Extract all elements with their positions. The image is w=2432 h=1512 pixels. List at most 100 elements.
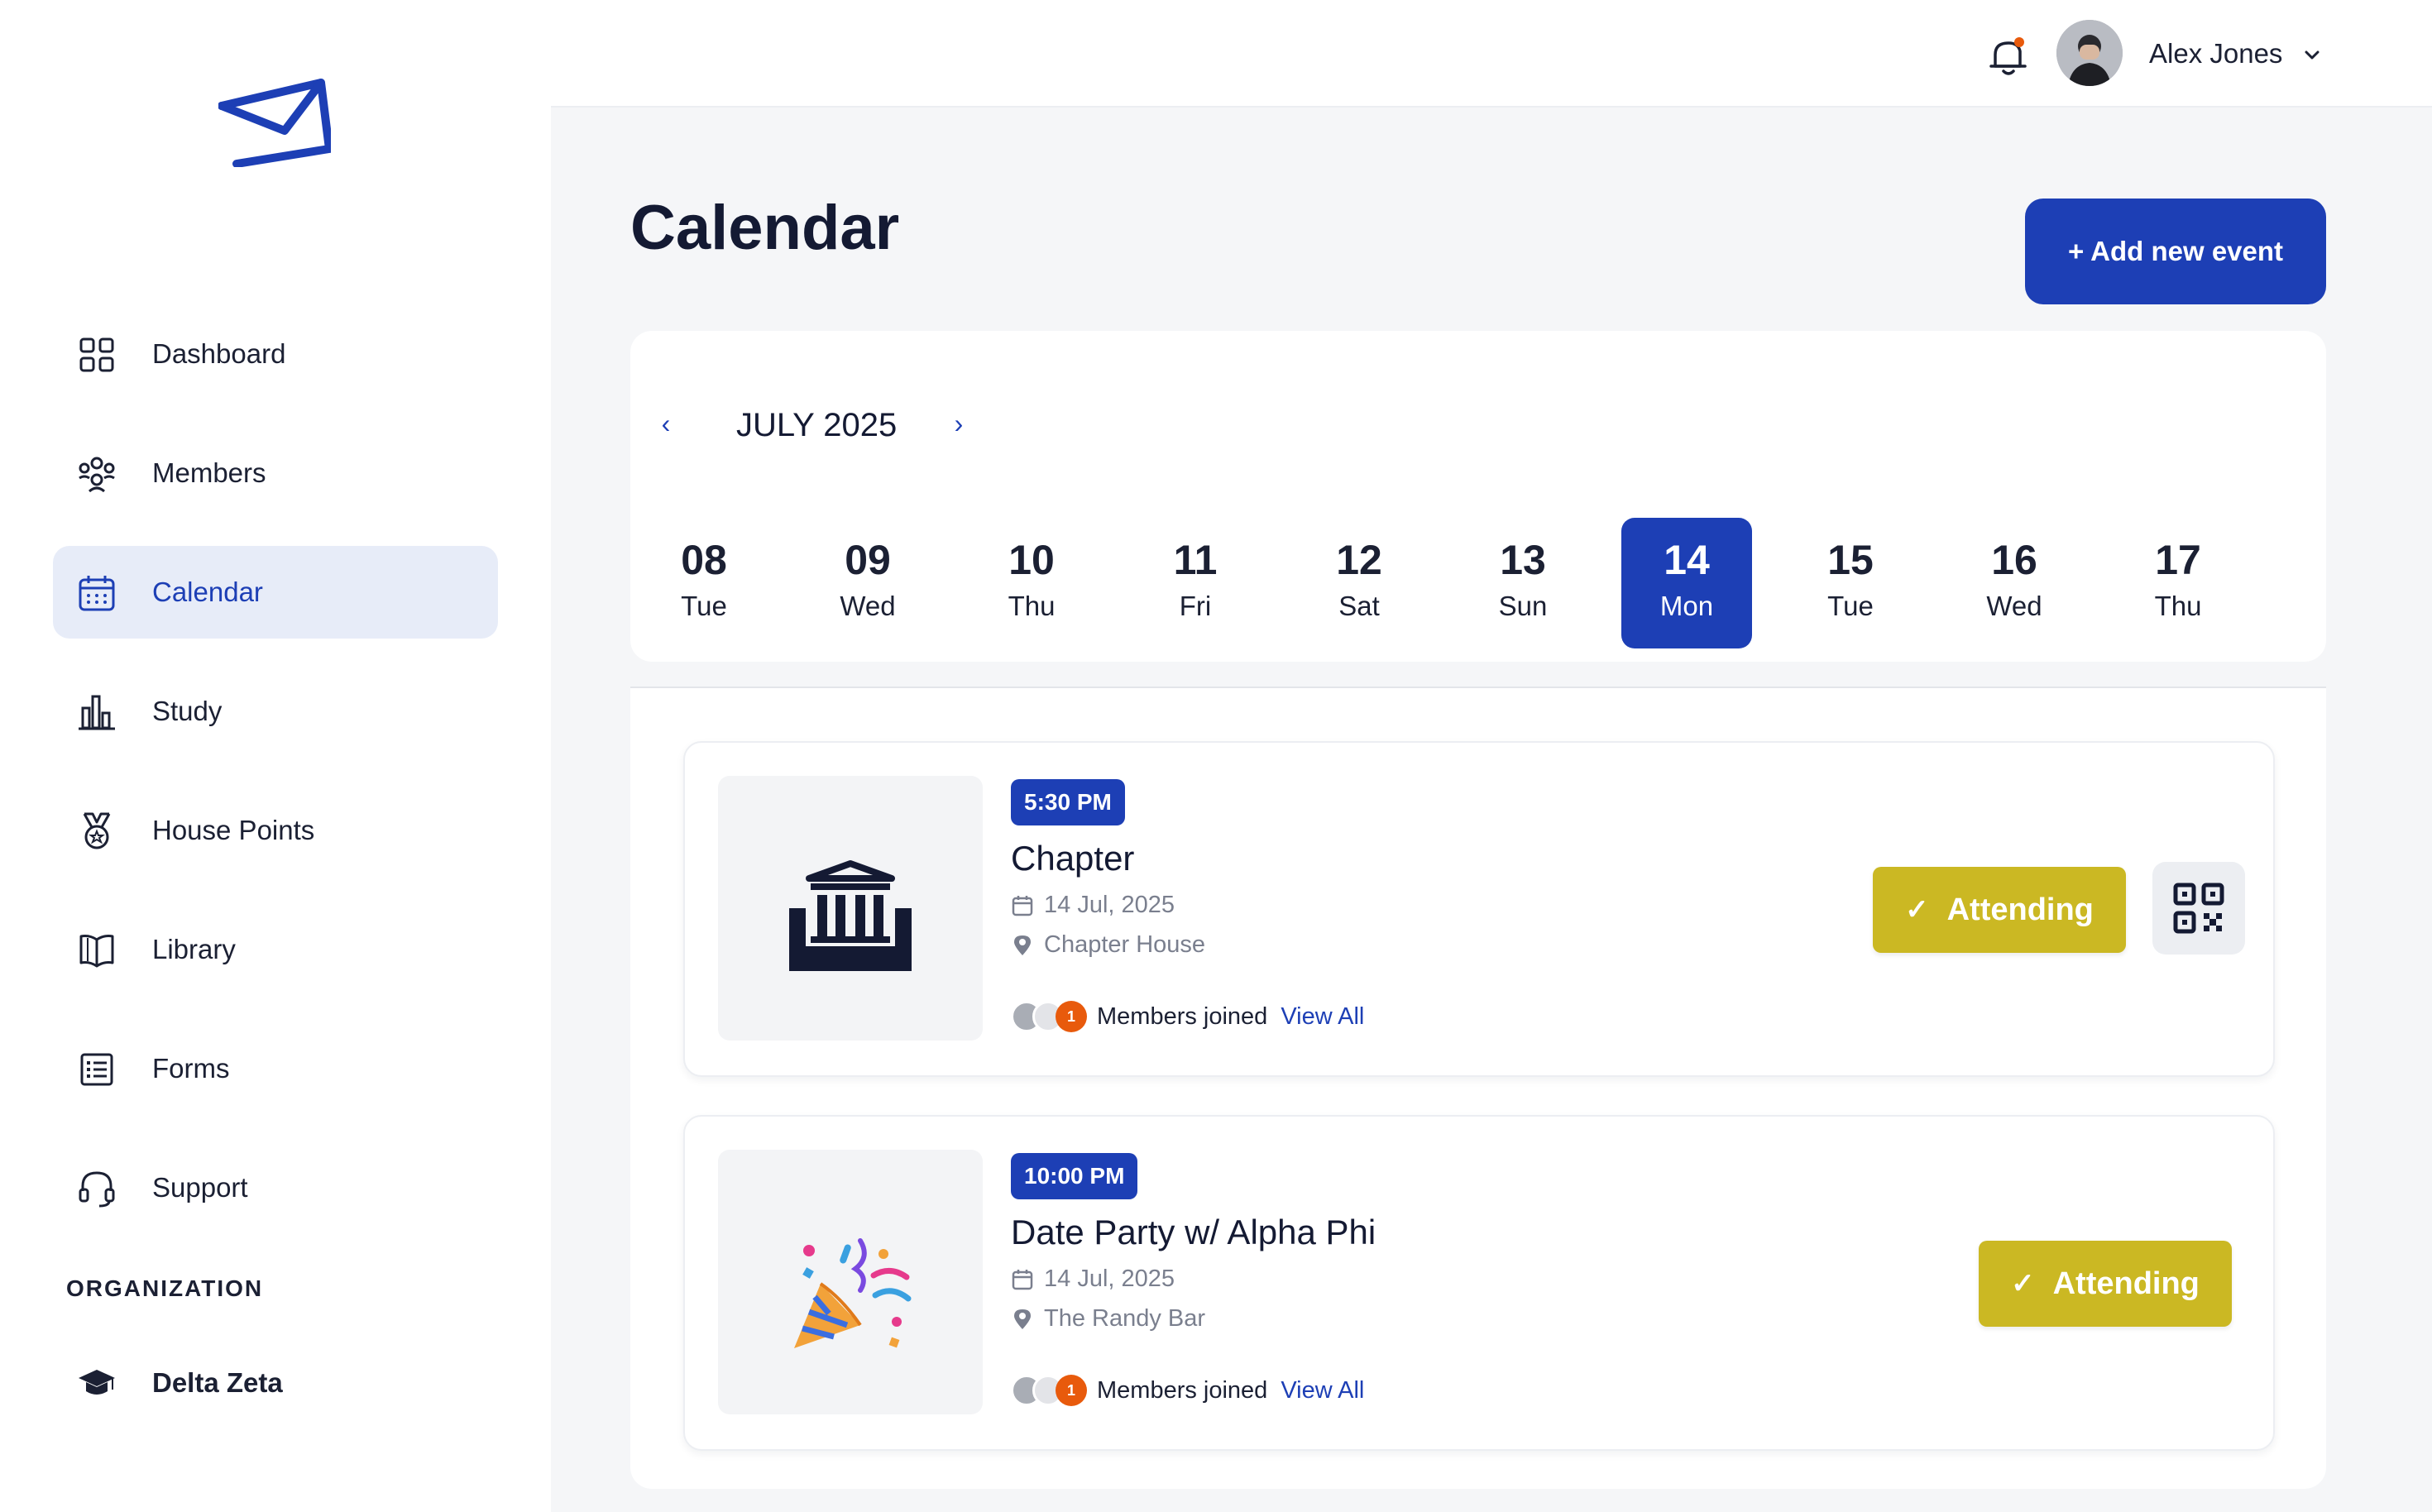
day-weekday: Wed [840,591,896,621]
sidebar-item-label: Calendar [152,577,263,607]
event-date-text: 14 Jul, 2025 [1044,1266,1175,1292]
calendar-small-icon [1012,895,1033,916]
sidebar-item-library[interactable]: Library [53,903,498,996]
day-number: 17 [2155,537,2201,583]
day-cell[interactable]: 17 Thu [2113,518,2243,648]
event-date: 14 Jul, 2025 [1011,892,1175,919]
calendar-small-icon [1012,1269,1033,1290]
organization-item[interactable]: Delta Zeta [53,1338,498,1428]
event-location-text: Chapter House [1044,931,1206,958]
sidebar-item-forms[interactable]: Forms [53,1022,498,1115]
top-bar: Alex Jones [551,0,2432,108]
paper-plane-logo-icon[interactable] [218,76,331,167]
day-number: 09 [845,537,891,583]
sidebar-item-study[interactable]: Study [53,665,498,758]
members-icon [79,457,115,493]
day-weekday: Thu [1008,591,1056,621]
event-location: The Randy Bar [1011,1305,1205,1333]
location-pin-icon [1014,1309,1031,1329]
sidebar-item-label: Study [152,696,223,726]
attending-label: Attending [2052,1266,2200,1301]
event-title[interactable]: Chapter [1011,839,1134,878]
user-avatar[interactable] [2056,20,2123,86]
main-content: Calendar + Add new event ‹ JULY 2025 › 0… [551,108,2432,1512]
day-number: 16 [1991,537,2037,583]
day-weekday: Wed [1986,591,2042,621]
qr-code-button[interactable] [2152,862,2245,955]
day-cell[interactable]: 16 Wed [1949,518,2080,648]
day-number: 08 [681,537,727,583]
view-all-link[interactable]: View All [1281,1377,1364,1404]
notification-bell-icon[interactable] [1989,35,2028,78]
event-time-badge: 5:30 PM [1011,779,1125,825]
chevron-left-icon[interactable]: ‹ [653,407,678,440]
user-name[interactable]: Alex Jones [2149,38,2282,69]
day-number: 15 [1827,537,1874,583]
calendar-icon [79,576,115,611]
day-cell[interactable]: 13 Sun [1458,518,1588,648]
sidebar-item-label: Support [152,1172,248,1203]
check-icon: ✓ [2011,1268,2035,1299]
chevron-right-icon[interactable]: › [946,407,971,440]
sidebar: Dashboard Members Calendar Study House P… [0,0,551,1512]
check-icon: ✓ [1905,894,1929,926]
party-popper-icon [794,1238,912,1348]
day-cell[interactable]: 11 Fri [1130,518,1261,648]
event-location-text: The Randy Bar [1044,1305,1206,1332]
day-cell[interactable]: 15 Tue [1785,518,1916,648]
sidebar-item-label: Dashboard [152,338,286,369]
event-thumbnail [718,776,983,1041]
day-number: 14 [1664,537,1710,583]
attending-label: Attending [1946,892,2094,927]
day-number: 12 [1336,537,1382,583]
day-number: 11 [1173,537,1218,583]
add-new-event-button[interactable]: + Add new event [2025,199,2326,304]
sidebar-item-label: House Points [152,815,315,845]
sidebar-item-label: Forms [152,1053,230,1084]
day-cell[interactable]: 12 Sat [1294,518,1424,648]
month-label: JULY 2025 [736,407,898,443]
day-weekday: Thu [2154,591,2202,621]
event-thumbnail [718,1150,983,1414]
day-weekday: Sat [1338,591,1380,621]
attending-button[interactable]: ✓ Attending [1979,1241,2232,1327]
day-weekday: Mon [1659,591,1714,621]
calendar-strip: ‹ JULY 2025 › 08 Tue 09 Wed 10 Thu 11 Fri 12… [630,331,2326,662]
sidebar-item-dashboard[interactable]: Dashboard [53,308,498,400]
location-pin-icon [1014,935,1031,955]
bar-chart-icon [79,695,115,730]
sidebar-item-label: Members [152,457,266,488]
event-time-badge: 10:00 PM [1011,1153,1138,1199]
event-location: Chapter House [1011,931,1205,959]
day-number: 13 [1500,537,1546,583]
day-weekday: Tue [681,591,727,621]
attending-button[interactable]: ✓ Attending [1873,867,2126,953]
sidebar-item-members[interactable]: Members [53,427,498,519]
day-weekday: Fri [1179,591,1212,621]
sidebar-item-house-points[interactable]: House Points [53,784,498,877]
chevron-down-icon[interactable] [2301,45,2323,66]
day-cell-selected[interactable]: 14 Mon [1621,518,1752,648]
event-title[interactable]: Date Party w/ Alpha Phi [1011,1213,1376,1252]
day-cell[interactable]: 10 Thu [966,518,1097,648]
day-cell[interactable]: 08 Tue [639,518,769,648]
organization-heading: ORGANIZATION [66,1275,264,1301]
event-card[interactable]: 10:00 PM Date Party w/ Alpha Phi 14 Jul,… [683,1115,2275,1451]
medal-icon [83,812,111,849]
members-joined: 1 Members joined View All [1011,1375,1364,1406]
day-cell[interactable]: 09 Wed [802,518,933,648]
view-all-link[interactable]: View All [1281,1003,1364,1031]
sidebar-item-label: Library [152,934,236,964]
user-photo-icon [2056,20,2123,86]
member-count-badge: 1 [1056,1001,1087,1032]
sidebar-item-calendar[interactable]: Calendar [53,546,498,639]
event-card[interactable]: 5:30 PM Chapter 14 Jul, 2025 Chapter Hou… [683,741,2275,1077]
events-list: 5:30 PM Chapter 14 Jul, 2025 Chapter Hou… [630,688,2326,1489]
graduation-cap-icon [79,1370,115,1395]
sidebar-item-support[interactable]: Support [53,1141,498,1234]
building-icon [789,860,912,971]
day-weekday: Tue [1827,591,1874,621]
day-weekday: Sun [1498,591,1548,621]
form-list-icon [80,1053,113,1086]
organization-name: Delta Zeta [152,1367,283,1398]
